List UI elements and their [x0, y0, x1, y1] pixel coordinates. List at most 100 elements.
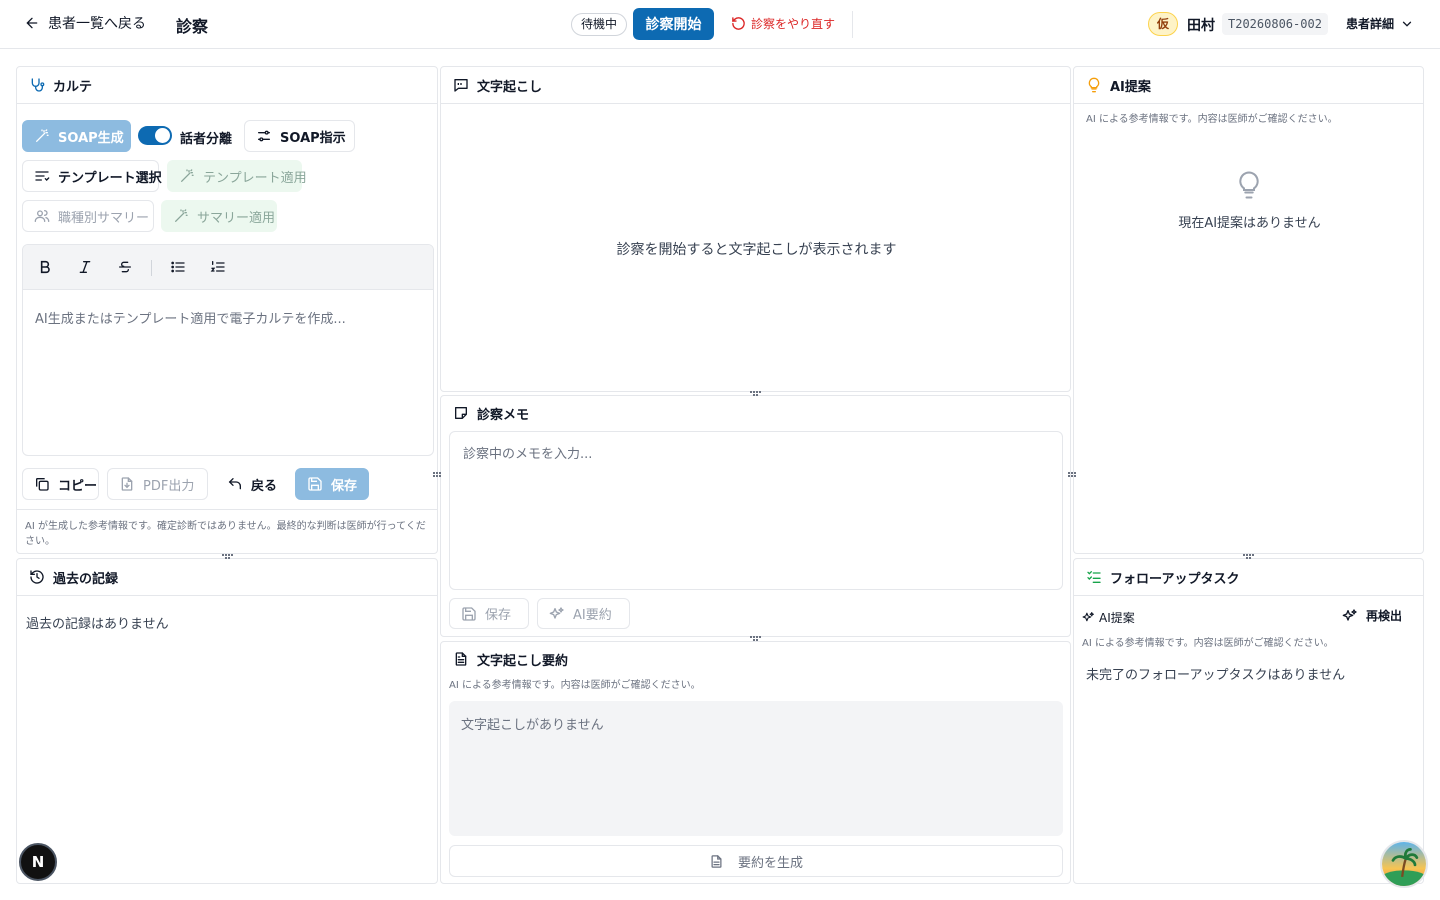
memo-header: 診察メモ — [441, 396, 1070, 430]
memo-placeholder: 診察中のメモを入力... — [463, 447, 593, 462]
soap-generate-label: SOAP生成 — [58, 130, 124, 146]
karte-footer-divider — [17, 509, 437, 510]
list-icon — [35, 171, 50, 181]
message-square-icon — [454, 79, 468, 92]
summary-apply-label: サマリー適用 — [197, 210, 276, 226]
history-header: 過去の記録 — [17, 559, 437, 596]
rotate-ccw-icon — [732, 17, 745, 30]
save-icon — [462, 606, 476, 621]
start-consultation-button[interactable]: 診察開始 — [633, 8, 714, 40]
redetect-label: 再検出 — [1366, 609, 1403, 623]
summary-apply-button[interactable]: サマリー適用 — [161, 200, 277, 232]
memo-save-label: 保存 — [485, 608, 512, 623]
transcript-title: 文字起こし — [477, 79, 543, 95]
toolbar-divider — [151, 260, 152, 276]
history-empty-text: 過去の記録はありません — [26, 617, 169, 632]
history-title: 過去の記録 — [53, 571, 119, 587]
redo-consultation-button[interactable]: 診察をやり直す — [731, 15, 835, 32]
role-summary-button[interactable]: 職種別サマリー — [22, 200, 154, 232]
editor-placeholder[interactable]: AI生成またはテンプレート適用で電子カルテを作成... — [35, 308, 346, 327]
memo-title: 診察メモ — [477, 407, 530, 423]
user-avatar[interactable] — [1380, 840, 1428, 888]
transcript-empty-text: 診察を開始すると文字起こしが表示されます — [616, 242, 897, 258]
lightbulb-icon — [1088, 77, 1100, 93]
resize-handle[interactable] — [1068, 468, 1076, 480]
karte-editor: AI生成またはテンプレート適用で電子カルテを作成... — [22, 244, 434, 456]
save-icon — [308, 477, 322, 491]
followup-panel: フォローアップタスク AI提案 再検出 AI による参考情報です。内容は医師がご… — [1073, 558, 1424, 884]
pdf-export-button[interactable]: PDF出力 — [107, 468, 208, 500]
strikethrough-icon[interactable] — [117, 259, 133, 275]
karte-save-button[interactable]: 保存 — [295, 468, 369, 500]
file-text-icon — [711, 854, 722, 868]
italic-icon[interactable] — [77, 259, 93, 275]
memo-panel: 診察メモ 診察中のメモを入力... 保存 AI要約 — [440, 395, 1071, 637]
speaker-separation-label: 話者分離 — [180, 132, 233, 147]
patient-detail-label: 患者詳細 — [1346, 17, 1395, 31]
karte-disclaimer: AI が生成した参考情報です。確定診断ではありません。最終的な判断は医師が行って… — [25, 521, 426, 547]
soap-generate-button[interactable]: SOAP生成 — [22, 120, 131, 152]
template-select-button[interactable]: テンプレート選択 — [22, 160, 162, 192]
soap-instruction-label: SOAP指示 — [280, 130, 346, 146]
memo-textarea[interactable]: 診察中のメモを入力... — [449, 431, 1063, 590]
undo-label: 戻る — [251, 478, 278, 494]
karte-panel: カルテ SOAP生成 話者分離 SOAP指示 テンプレート選択 テンプレート適用… — [16, 66, 438, 554]
patient-id: T20260806-002 — [1222, 13, 1328, 35]
followup-header: フォローアップタスク — [1074, 559, 1423, 596]
karte-header: カルテ — [17, 67, 437, 104]
resize-handle[interactable] — [749, 634, 761, 642]
resize-handle[interactable] — [1242, 552, 1254, 560]
followup-ai-label: AI提案 — [1099, 611, 1135, 625]
template-apply-label: テンプレート適用 — [203, 170, 307, 186]
file-text-icon — [455, 652, 467, 666]
back-label: 患者一覧へ戻る — [48, 16, 146, 32]
magic-wand-icon — [181, 169, 194, 182]
transcript-panel: 文字起こし 診察を開始すると文字起こしが表示されます — [440, 66, 1071, 392]
patient-detail-dropdown[interactable]: 患者詳細 — [1346, 15, 1414, 32]
back-to-patient-list-link[interactable]: 患者一覧へ戻る — [24, 13, 146, 33]
memo-ai-summary-label: AI要約 — [573, 608, 612, 623]
file-download-icon — [121, 477, 133, 491]
stethoscope-icon — [31, 78, 45, 92]
editor-toolbar — [23, 245, 433, 290]
redo-label: 診察をやり直す — [751, 17, 836, 31]
transcript-header: 文字起こし — [441, 67, 1070, 104]
template-apply-button[interactable]: テンプレート適用 — [167, 160, 307, 192]
followup-note: AI による参考情報です。内容は医師がご確認ください。 — [1082, 638, 1334, 649]
ai-suggestion-empty-text: 現在AI提案はありません — [1178, 216, 1321, 231]
memo-ai-summary-button[interactable]: AI要約 — [537, 598, 630, 629]
speaker-separation-toggle[interactable] — [138, 126, 172, 145]
patient-name: 田村 — [1187, 18, 1215, 34]
undo-button[interactable]: 戻る — [215, 468, 287, 500]
pdf-export-label: PDF出力 — [143, 478, 195, 494]
summary-empty-text: 文字起こしがありません — [461, 718, 604, 733]
header-divider — [852, 11, 853, 38]
palm-tree-avatar-icon — [1382, 842, 1426, 886]
sticky-note-icon — [455, 407, 467, 419]
ai-suggestion-title: AI提案 — [1110, 79, 1151, 95]
resize-handle[interactable] — [433, 468, 441, 480]
resize-handle[interactable] — [749, 389, 761, 397]
followup-ai-label-row: AI提案 — [1082, 609, 1135, 626]
magic-wand-icon — [36, 129, 49, 142]
redetect-button[interactable]: 再検出 — [1342, 607, 1402, 624]
sparkles-icon — [1082, 612, 1094, 622]
copy-button[interactable]: コピー — [22, 468, 99, 500]
users-icon — [34, 210, 50, 222]
generate-summary-button[interactable]: 要約を生成 — [449, 845, 1063, 877]
dev-tools-button[interactable]: N — [19, 843, 57, 881]
bold-icon[interactable] — [37, 259, 53, 275]
bullet-list-icon[interactable] — [170, 259, 186, 275]
resize-handle[interactable] — [221, 552, 233, 560]
generate-summary-label: 要約を生成 — [737, 855, 803, 871]
numbered-list-icon[interactable] — [210, 259, 226, 275]
undo-icon — [228, 478, 241, 490]
followup-title: フォローアップタスク — [1110, 571, 1240, 587]
summary-note: AI による参考情報です。内容は医師がご確認ください。 — [449, 680, 701, 691]
soap-instruction-button[interactable]: SOAP指示 — [244, 120, 355, 152]
ai-suggestion-header: AI提案 — [1074, 67, 1423, 104]
sliders-icon — [258, 130, 270, 142]
memo-save-button[interactable]: 保存 — [449, 598, 529, 629]
copy-icon — [36, 478, 49, 491]
ai-suggestion-panel: AI提案 AI による参考情報です。内容は医師がご確認ください。 現在AI提案は… — [1073, 66, 1424, 554]
